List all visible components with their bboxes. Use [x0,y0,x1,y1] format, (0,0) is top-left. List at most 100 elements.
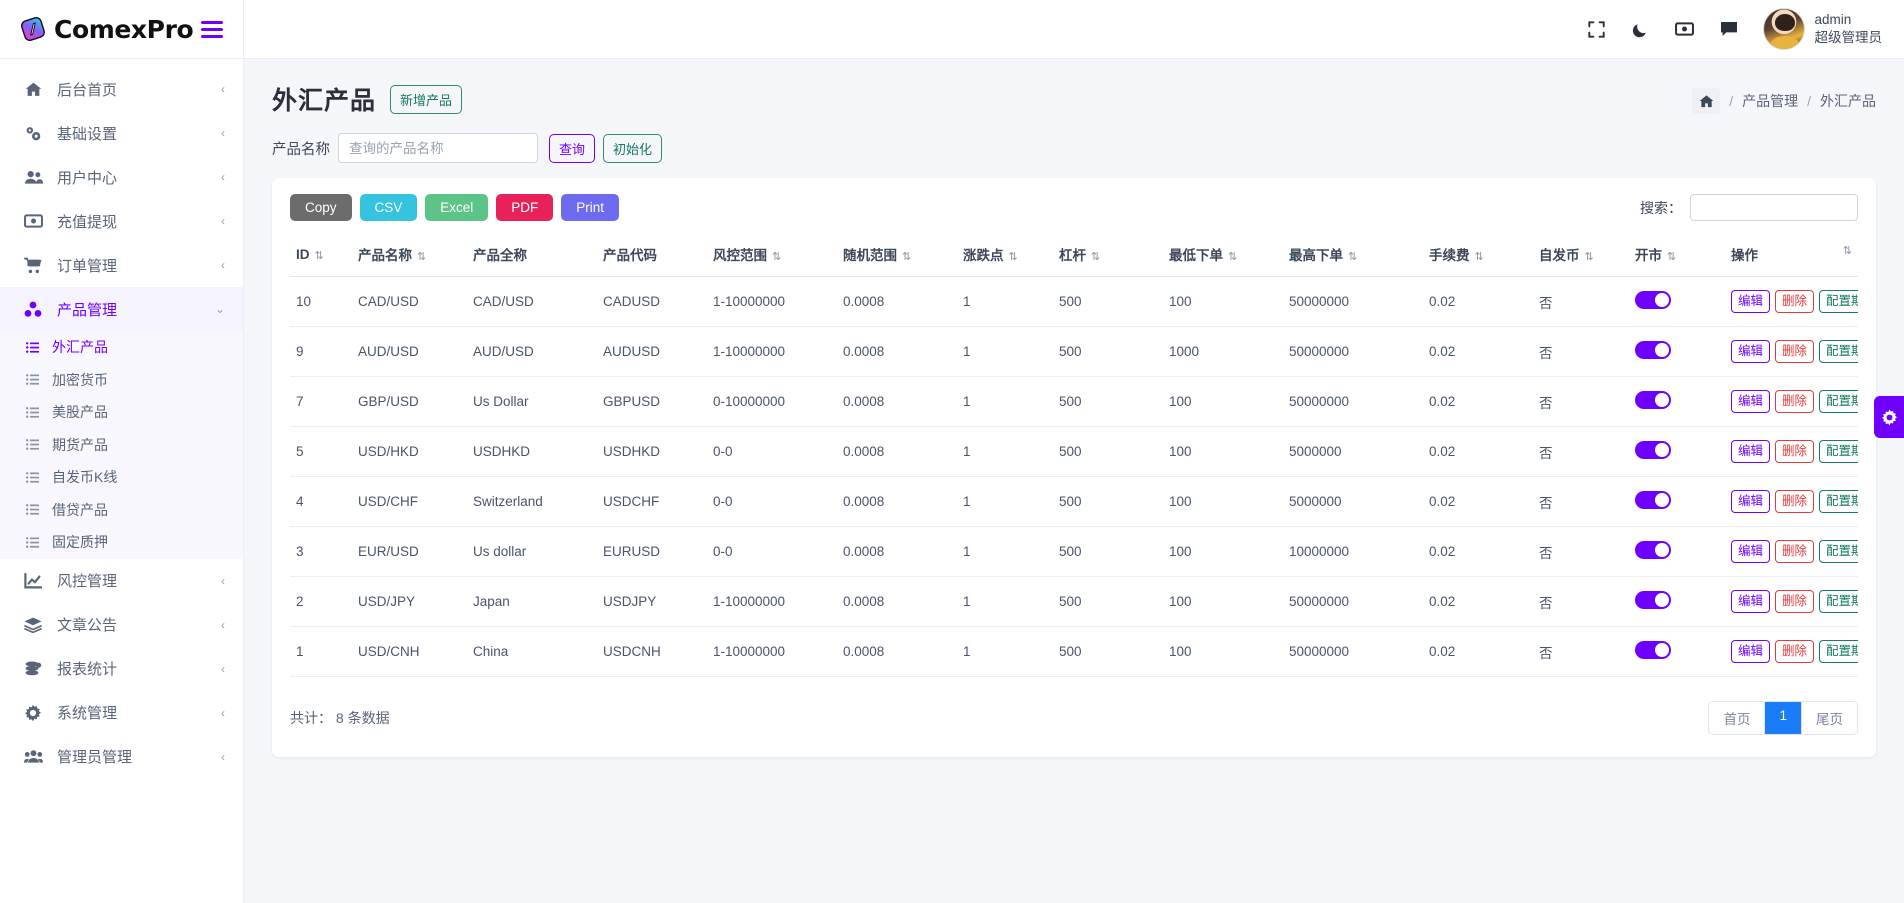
cell-name: AUD/USD [352,327,467,377]
col-min-order[interactable]: 最低下单⇅ [1163,235,1283,277]
print-button[interactable]: Print [561,194,619,221]
sidebar-item-risk-control[interactable]: 风控管理 ‹ [0,559,243,603]
fullscreen-icon[interactable] [1575,7,1619,51]
sidebar-item-forex-products[interactable]: 外汇产品 [0,331,243,364]
config-option-button[interactable]: 配置期权 [1819,590,1858,613]
config-option-button[interactable]: 配置期权 [1819,490,1858,513]
col-open-market[interactable]: 开市⇅ [1629,235,1725,277]
col-random-range[interactable]: 随机范围⇅ [837,235,957,277]
query-button[interactable]: 查询 [549,134,595,163]
cell-min-order: 100 [1163,627,1283,677]
edit-button[interactable]: 编辑 [1731,490,1770,513]
copy-button[interactable]: Copy [290,194,352,221]
col-leverage[interactable]: 杠杆⇅ [1053,235,1163,277]
open-market-toggle[interactable] [1635,391,1671,409]
sidebar-subitem-label: 期货产品 [52,435,108,455]
page-1-button[interactable]: 1 [1764,702,1801,734]
edit-button[interactable]: 编辑 [1731,640,1770,663]
config-option-button[interactable]: 配置期权 [1819,340,1858,363]
delete-button[interactable]: 删除 [1775,440,1814,463]
open-market-toggle[interactable] [1635,491,1671,509]
sidebar-item-orders[interactable]: 订单管理 ‹ [0,243,243,287]
breadcrumb-home-icon[interactable] [1692,88,1720,114]
dark-mode-moon-icon[interactable] [1619,7,1663,51]
table-row: 7GBP/USDUs DollarGBPUSD0-100000000.00081… [290,377,1858,427]
sidebar-item-admin-management[interactable]: 管理员管理 ‹ [0,735,243,779]
delete-button[interactable]: 删除 [1775,640,1814,663]
col-actions[interactable]: 操作⇅ [1725,235,1858,277]
reset-button[interactable]: 初始化 [603,134,662,163]
config-option-button[interactable]: 配置期权 [1819,440,1858,463]
col-max-order[interactable]: 最高下单⇅ [1283,235,1423,277]
csv-button[interactable]: CSV [360,194,418,221]
edit-button[interactable]: 编辑 [1731,290,1770,313]
col-risk-range[interactable]: 风控范围⇅ [707,235,837,277]
cell-random-range: 0.0008 [837,477,957,527]
col-fee[interactable]: 手续费⇅ [1423,235,1533,277]
excel-button[interactable]: Excel [425,194,488,221]
delete-button[interactable]: 删除 [1775,590,1814,613]
open-market-toggle[interactable] [1635,291,1671,309]
cell-fee: 0.02 [1423,377,1533,427]
edit-button[interactable]: 编辑 [1731,390,1770,413]
brand-name: ComexPro [54,15,193,44]
sidebar-item-deposit-withdraw[interactable]: 充值提现 ‹ [0,199,243,243]
col-point[interactable]: 涨跌点⇅ [957,235,1053,277]
delete-button[interactable]: 删除 [1775,540,1814,563]
open-market-toggle[interactable] [1635,441,1671,459]
settings-gear-icon[interactable] [1874,396,1904,438]
delete-button[interactable]: 删除 [1775,490,1814,513]
config-option-button[interactable]: 配置期权 [1819,540,1858,563]
col-selfcoin[interactable]: 自发币⇅ [1533,235,1629,277]
col-id[interactable]: ID⇅ [290,235,352,277]
breadcrumb-item-product-management[interactable]: 产品管理 [1742,91,1798,111]
sidebar-item-basic-settings[interactable]: 基础设置 ‹ [0,111,243,155]
col-label: 开市 [1635,248,1662,263]
sidebar-item-selfcoin-kline[interactable]: 自发币K线 [0,461,243,494]
sidebar-subitem-label: 美股产品 [52,402,108,422]
open-market-toggle[interactable] [1635,541,1671,559]
cell-leverage: 500 [1053,327,1163,377]
sidebar-item-lending-products[interactable]: 借贷产品 [0,494,243,527]
col-name[interactable]: 产品名称⇅ [352,235,467,277]
config-option-button[interactable]: 配置期权 [1819,640,1858,663]
delete-button[interactable]: 删除 [1775,290,1814,313]
sidebar-item-user-center[interactable]: 用户中心 ‹ [0,155,243,199]
open-market-toggle[interactable] [1635,341,1671,359]
sidebar-item-crypto[interactable]: 加密货币 [0,364,243,397]
sidebar-item-us-stocks[interactable]: 美股产品 [0,396,243,429]
sidebar-item-articles[interactable]: 文章公告 ‹ [0,603,243,647]
open-market-toggle[interactable] [1635,641,1671,659]
config-option-button[interactable]: 配置期权 [1819,290,1858,313]
open-market-toggle[interactable] [1635,591,1671,609]
sidebar-item-reports[interactable]: 报表统计 ‹ [0,647,243,691]
col-fullname[interactable]: 产品全称 [467,235,597,277]
cell-point: 1 [957,477,1053,527]
config-option-button[interactable]: 配置期权 [1819,390,1858,413]
search-input[interactable] [1690,194,1858,221]
delete-button[interactable]: 删除 [1775,390,1814,413]
delete-button[interactable]: 删除 [1775,340,1814,363]
edit-button[interactable]: 编辑 [1731,340,1770,363]
chat-bubble-icon[interactable] [1707,7,1751,51]
edit-button[interactable]: 编辑 [1731,540,1770,563]
pdf-button[interactable]: PDF [496,194,553,221]
sidebar-item-futures[interactable]: 期货产品 [0,429,243,462]
money-bill-icon[interactable] [1663,7,1707,51]
edit-button[interactable]: 编辑 [1731,590,1770,613]
cell-max-order: 50000000 [1283,577,1423,627]
filter-row: 产品名称 查询 初始化 [244,117,1904,163]
user-profile[interactable]: admin 超级管理员 [1763,8,1883,50]
product-name-input[interactable] [338,133,538,163]
sidebar-item-fixed-staking[interactable]: 固定质押 [0,526,243,559]
page-last-button[interactable]: 尾页 [1801,702,1857,734]
total-count: 共计： 8 条数据 [290,708,390,728]
hamburger-icon[interactable] [197,17,227,42]
sidebar-item-product-management[interactable]: 产品管理 ⌄ [0,287,243,331]
sidebar-item-dashboard[interactable]: 后台首页 ‹ [0,67,243,111]
sidebar-item-system[interactable]: 系统管理 ‹ [0,691,243,735]
col-code[interactable]: 产品代码 [597,235,707,277]
page-first-button[interactable]: 首页 [1709,702,1764,734]
edit-button[interactable]: 编辑 [1731,440,1770,463]
add-product-button[interactable]: 新增产品 [390,85,462,114]
